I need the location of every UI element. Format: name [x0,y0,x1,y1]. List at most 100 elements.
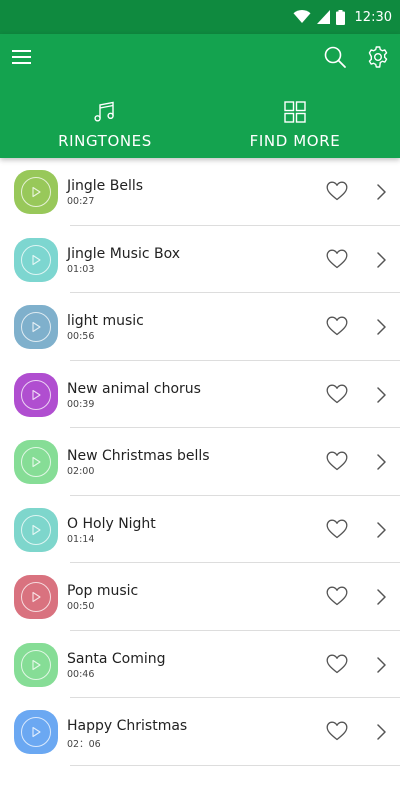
wifi-icon [293,10,311,23]
ringtone-list: Jingle Bells 00:27 Jingle Music Box 01:0… [0,158,400,766]
tab-ringtones-label: RINGTONES [58,132,152,150]
favorite-button[interactable] [326,181,348,201]
tab-ringtones[interactable]: RINGTONES [5,100,205,150]
ringtone-duration: 02:00 [67,466,95,477]
heart-icon [326,249,348,268]
app-bar: RINGTONES FIND MORE [0,34,400,158]
play-button[interactable] [14,575,58,619]
ringtone-row[interactable]: Jingle Music Box 01:03 [0,226,400,293]
ringtone-title: Santa Coming [67,650,166,667]
play-icon [32,659,41,670]
status-icons: 12:30 [293,7,392,27]
heart-icon [326,384,348,403]
ringtone-title: light music [67,313,144,329]
status-bar: 12:30 [0,0,400,34]
ringtone-row[interactable]: Jingle Bells 00:27 [0,158,400,226]
play-button[interactable] [14,507,58,552]
ringtone-row[interactable]: light music 00:56 [0,293,400,361]
chevron-right-icon [377,454,386,470]
play-icon [32,254,41,265]
play-circle [21,447,51,477]
chevron-right-icon [377,589,386,605]
chevron-right-icon [377,184,386,200]
settings-button[interactable] [366,45,390,69]
favorite-button[interactable] [326,654,348,674]
row-chevron[interactable] [375,386,387,404]
ringtone-row[interactable]: Santa Coming 00:46 [0,631,400,698]
heart-icon [326,586,348,606]
ringtone-duration: 00:50 [67,601,95,612]
ringtone-row[interactable]: New animal chorus 00:39 [0,361,400,428]
ringtone-row[interactable]: Pop music 00:50 [0,563,400,631]
ringtone-duration: 00:56 [67,331,95,342]
favorite-button[interactable] [326,721,348,741]
favorite-button[interactable] [326,586,348,606]
ringtone-title: Jingle Music Box [67,245,181,262]
play-icon [32,524,41,535]
play-button[interactable] [14,237,58,282]
row-chevron[interactable] [375,656,387,674]
play-circle [21,244,51,275]
play-button[interactable] [14,710,58,754]
row-chevron[interactable] [375,251,387,269]
row-chevron[interactable] [375,183,387,201]
grid-icon [284,101,306,123]
settings-gear-icon [368,46,388,68]
search-icon [324,46,346,68]
ringtone-duration: 00:46 [67,668,95,680]
row-chevron[interactable] [375,723,387,741]
ringtone-duration: 01:03 [67,263,95,275]
tab-find-more[interactable]: FIND MORE [195,100,395,150]
favorite-button[interactable] [326,249,348,269]
play-button[interactable] [14,440,58,484]
favorite-button[interactable] [326,519,348,539]
battery-icon [335,9,345,25]
play-circle [21,312,51,342]
menu-button[interactable] [12,48,32,66]
play-icon [32,591,41,603]
ringtone-duration: 02：06 [67,739,101,750]
chevron-right-icon [377,724,386,740]
heart-icon [326,721,348,741]
ringtone-title: New Christmas bells [67,448,210,464]
ringtone-title: Pop music [67,583,139,599]
ringtone-row[interactable]: Happy Christmas 02：06 [0,698,400,766]
status-time: 12:30 [354,9,392,25]
ringtone-duration: 00:27 [67,196,95,207]
ringtone-title: Jingle Bells [67,178,144,194]
chevron-right-icon [377,319,386,335]
row-divider [70,764,400,766]
heart-icon [326,316,348,336]
ringtone-duration: 00:39 [67,398,95,410]
row-chevron[interactable] [375,453,387,471]
ringtone-title: New animal chorus [67,380,201,397]
heart-icon [326,181,348,201]
row-chevron[interactable] [375,318,387,336]
play-circle [21,379,51,410]
menu-icon [12,50,31,64]
chevron-right-icon [377,521,386,538]
play-button[interactable] [14,642,58,687]
heart-icon [326,654,348,673]
search-button[interactable] [323,45,347,69]
favorite-button[interactable] [326,384,348,404]
row-chevron[interactable] [375,521,387,539]
ringtone-title: Happy Christmas [67,718,188,734]
play-icon [32,389,41,400]
ringtone-row[interactable]: New Christmas bells 02:00 [0,428,400,496]
favorite-button[interactable] [326,316,348,336]
signal-icon [316,10,330,24]
play-icon [32,726,41,738]
play-circle [21,649,51,680]
play-circle [21,717,51,747]
play-button[interactable] [14,305,58,349]
favorite-button[interactable] [326,451,348,471]
play-circle [21,582,51,612]
play-button[interactable] [14,170,58,214]
ringtone-row[interactable]: O Holy Night 01:14 [0,496,400,563]
tab-find-more-label: FIND MORE [249,132,341,150]
row-chevron[interactable] [375,588,387,606]
chevron-right-icon [377,251,386,268]
music-note-icon [94,101,114,122]
play-button[interactable] [14,372,58,417]
